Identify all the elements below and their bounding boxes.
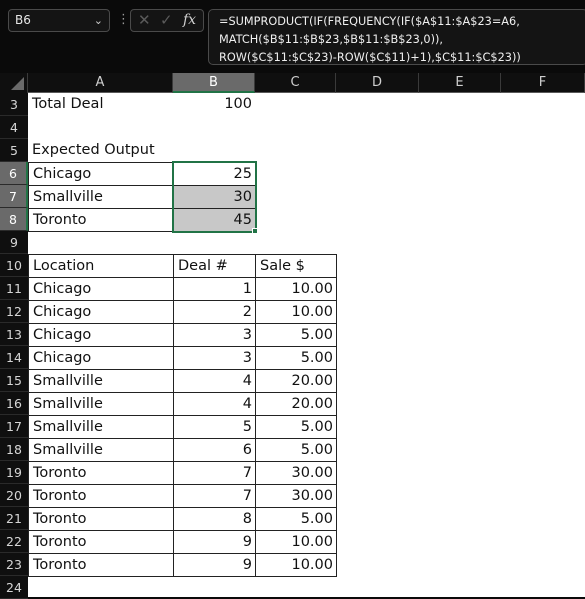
table-row-cell[interactable]: Toronto [28,553,174,577]
table-row-cell[interactable]: 4 [173,392,256,416]
table-row-cell[interactable]: 5.00 [255,415,337,439]
formula-bar: B6 ⌄ ⋮ ✕ ✓ fx =SUMPRODUCT(IF(FREQUENCY(I… [0,0,585,73]
table-row-cell[interactable]: 30.00 [255,484,337,508]
table-row-cell[interactable]: Toronto [28,530,174,554]
row-header-11[interactable]: 11 [0,277,28,300]
column-header-d[interactable]: D [336,73,419,93]
table-row-cell[interactable]: 20.00 [255,369,337,393]
column-header-c[interactable]: C [255,73,336,93]
table-row-cell[interactable]: 20.00 [255,392,337,416]
table-row-cell[interactable]: 7 [173,461,256,485]
expected-value-cell[interactable]: 25 [173,162,256,186]
row-header-4[interactable]: 4 [0,116,28,139]
total-deal-value[interactable]: 100 [173,93,255,116]
insert-function-icon[interactable]: fx [183,12,196,28]
table-row-cell[interactable]: 10.00 [255,277,337,301]
table-row-cell[interactable]: Chicago [28,277,174,301]
row-header-8[interactable]: 8 [0,208,28,231]
row-header-22[interactable]: 22 [0,530,28,553]
row-header-24[interactable]: 24 [0,576,28,599]
chevron-down-icon[interactable]: ⌄ [94,10,103,31]
expected-location-cell[interactable]: Chicago [28,162,174,186]
table-header-cell[interactable]: Deal # [173,254,256,278]
row-header-12[interactable]: 12 [0,300,28,323]
column-header-a[interactable]: A [28,73,173,93]
table-row-cell[interactable]: Chicago [28,323,174,347]
fill-handle[interactable] [252,228,258,234]
select-all-button[interactable] [0,73,28,93]
table-row-cell[interactable]: Toronto [28,461,174,485]
table-row-cell[interactable]: 10.00 [255,300,337,324]
table-row-cell[interactable]: 3 [173,323,256,347]
total-deal-label[interactable]: Total Deal [28,93,173,116]
table-row-cell[interactable]: Chicago [28,300,174,324]
row-header-18[interactable]: 18 [0,438,28,461]
table-row-cell[interactable]: 6 [173,438,256,462]
table-row-cell[interactable]: 5.00 [255,346,337,370]
table-row-cell[interactable]: 10.00 [255,553,337,577]
table-row-cell[interactable]: Smallville [28,438,174,462]
expected-location-cell[interactable]: Toronto [28,208,174,232]
table-row-cell[interactable]: Smallville [28,392,174,416]
sheet-cells: Total Deal 100 Expected Output Chicago 25 Sma… [28,93,585,597]
row-header-20[interactable]: 20 [0,484,28,507]
row-header-19[interactable]: 19 [0,461,28,484]
column-header-b[interactable]: B [173,73,255,93]
row-header-16[interactable]: 16 [0,392,28,415]
row-header-14[interactable]: 14 [0,346,28,369]
formula-input[interactable]: =SUMPRODUCT(IF(FREQUENCY(IF($A$11:$A$23=… [208,9,585,65]
row-header-13[interactable]: 13 [0,323,28,346]
table-row-cell[interactable]: 5.00 [255,323,337,347]
table-header-cell[interactable]: Location [28,254,174,278]
row-header-9[interactable]: 9 [0,231,28,254]
row-header-3[interactable]: 3 [0,93,28,116]
table-row-cell[interactable]: Toronto [28,507,174,531]
row-header-7[interactable]: 7 [0,185,28,208]
table-row-cell[interactable]: 7 [173,484,256,508]
column-header-e[interactable]: E [419,73,501,93]
expected-value-cell[interactable]: 45 [173,208,256,232]
row-header-15[interactable]: 15 [0,369,28,392]
table-row-cell[interactable]: 30.00 [255,461,337,485]
cancel-icon[interactable]: ✕ [138,11,151,29]
table-row-cell[interactable]: 2 [173,300,256,324]
row-header-21[interactable]: 21 [0,507,28,530]
row-header-23[interactable]: 23 [0,553,28,576]
table-row-cell[interactable]: 3 [173,346,256,370]
table-row-cell[interactable]: 1 [173,277,256,301]
row-header-17[interactable]: 17 [0,415,28,438]
table-row-cell[interactable]: Chicago [28,346,174,370]
table-row-cell[interactable]: 10.00 [255,530,337,554]
row-header-6[interactable]: 6 [0,162,28,185]
table-row-cell[interactable]: Smallville [28,415,174,439]
table-row-cell[interactable]: 5.00 [255,507,337,531]
expected-location-cell[interactable]: Smallville [28,185,174,209]
table-row-cell[interactable]: 8 [173,507,256,531]
table-row-cell[interactable]: 5.00 [255,438,337,462]
expected-output-label[interactable]: Expected Output [28,139,173,162]
table-row-cell[interactable]: Toronto [28,484,174,508]
table-row-cell[interactable]: 9 [173,530,256,554]
row-header-5[interactable]: 5 [0,139,28,162]
drag-handle-icon[interactable]: ⋮ [117,12,130,28]
name-box-value: B6 [15,13,31,27]
table-row-cell[interactable]: 9 [173,553,256,577]
expected-value-cell[interactable]: 30 [173,185,256,209]
table-row-cell[interactable]: Smallville [28,369,174,393]
table-row-cell[interactable]: 5 [173,415,256,439]
table-header-cell[interactable]: Sale $ [255,254,337,278]
column-header-f[interactable]: F [501,73,585,93]
row-header-10[interactable]: 10 [0,254,28,277]
name-box[interactable]: B6 ⌄ [8,9,110,32]
table-row-cell[interactable]: 4 [173,369,256,393]
enter-icon[interactable]: ✓ [160,11,173,29]
formula-buttons: ✕ ✓ fx [130,9,204,32]
